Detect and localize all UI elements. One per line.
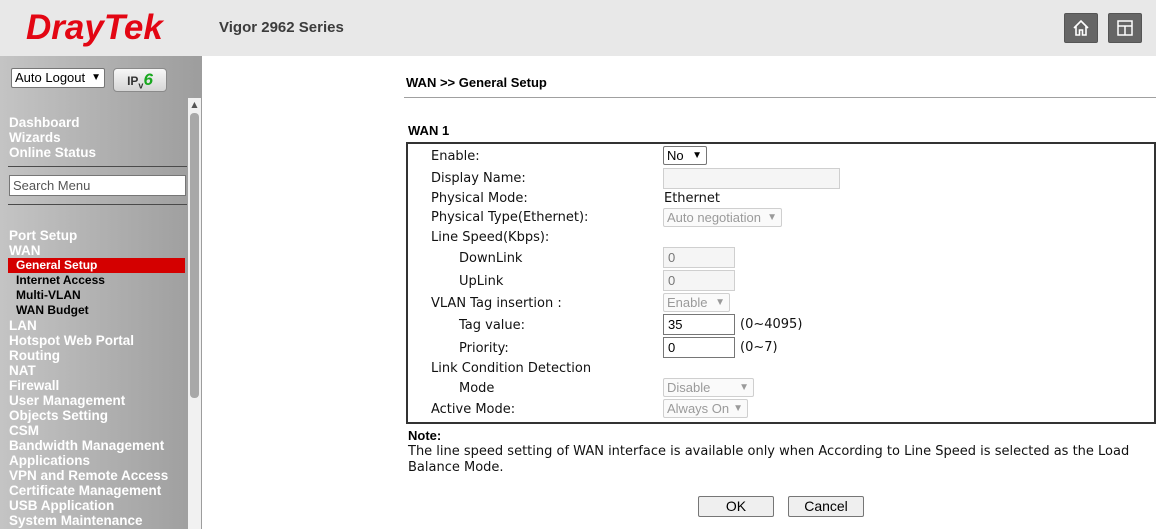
ipv6-button[interactable]: IPv6 bbox=[113, 68, 167, 92]
scroll-thumb[interactable] bbox=[190, 113, 199, 398]
chevron-down-icon: ▼ bbox=[91, 72, 101, 83]
priority-label: Priority: bbox=[459, 341, 509, 356]
active-mode-value: Always On bbox=[667, 401, 730, 416]
nav-csm[interactable]: CSM bbox=[9, 423, 39, 438]
layout-icon bbox=[1116, 19, 1134, 37]
nav-certificate-management[interactable]: Certificate Management bbox=[9, 483, 161, 498]
ok-button[interactable]: OK bbox=[698, 496, 774, 517]
nav-hotspot-web-portal[interactable]: Hotspot Web Portal bbox=[9, 333, 134, 348]
nav-bandwidth-management[interactable]: Bandwidth Management bbox=[9, 438, 164, 453]
physical-mode-value: Ethernet bbox=[664, 191, 720, 206]
priority-input[interactable]: 0 bbox=[663, 337, 735, 358]
enable-select[interactable]: No ▼ bbox=[663, 146, 707, 165]
nav-lan[interactable]: LAN bbox=[9, 318, 37, 333]
ipv6-prefix: IP bbox=[127, 74, 139, 88]
uplink-label: UpLink bbox=[459, 274, 504, 289]
nav-applications[interactable]: Applications bbox=[9, 453, 90, 468]
note-title: Note: bbox=[408, 428, 442, 443]
search-menu-placeholder: Search Menu bbox=[13, 178, 91, 193]
draytek-logo: DrayTek bbox=[26, 8, 163, 47]
home-button[interactable] bbox=[1064, 13, 1098, 43]
enable-label: Enable: bbox=[431, 149, 480, 164]
nav-wan[interactable]: WAN bbox=[9, 243, 41, 258]
nav-user-management[interactable]: User Management bbox=[9, 393, 125, 408]
downlink-input[interactable]: 0 bbox=[663, 247, 735, 268]
physical-type-select[interactable]: Auto negotiation ▼ bbox=[663, 208, 782, 227]
enable-value: No bbox=[667, 148, 684, 163]
section-title: WAN 1 bbox=[408, 123, 450, 138]
mode-select[interactable]: Disable ▼ bbox=[663, 378, 754, 397]
physical-type-value: Auto negotiation bbox=[667, 210, 761, 225]
mode-value: Disable bbox=[667, 380, 711, 395]
chevron-down-icon: ▼ bbox=[692, 150, 702, 161]
nav-vpn-remote-access[interactable]: VPN and Remote Access bbox=[9, 468, 168, 483]
downlink-label: DownLink bbox=[459, 251, 523, 266]
nav-usb-application[interactable]: USB Application bbox=[9, 498, 114, 513]
line-speed-label: Line Speed(Kbps): bbox=[431, 230, 550, 245]
home-icon bbox=[1072, 19, 1090, 37]
auto-logout-select[interactable]: Auto Logout ▼ bbox=[11, 68, 105, 88]
chevron-down-icon: ▼ bbox=[739, 382, 749, 393]
nav-wan-multi-vlan[interactable]: Multi-VLAN bbox=[16, 288, 81, 303]
nav-wizards[interactable]: Wizards bbox=[9, 130, 61, 145]
sidebar: Auto Logout ▼ IPv6 Dashboard Wizards Onl… bbox=[0, 56, 202, 529]
sidebar-divider bbox=[8, 204, 187, 205]
mode-label: Mode bbox=[459, 381, 495, 396]
header-bar: DrayTek Vigor 2962 Series bbox=[0, 0, 1156, 56]
nav-port-setup[interactable]: Port Setup bbox=[9, 228, 77, 243]
chevron-down-icon: ▼ bbox=[733, 403, 743, 414]
chevron-down-icon: ▼ bbox=[715, 297, 725, 308]
physical-mode-label: Physical Mode: bbox=[431, 191, 528, 206]
scroll-up-arrow-icon[interactable]: ▲ bbox=[188, 98, 201, 111]
nav-wan-budget[interactable]: WAN Budget bbox=[16, 303, 89, 318]
nav-wan-general-setup[interactable]: General Setup bbox=[8, 258, 185, 273]
layout-button[interactable] bbox=[1108, 13, 1142, 43]
ipv6-six: 6 bbox=[143, 70, 153, 89]
nav-routing[interactable]: Routing bbox=[9, 348, 60, 363]
nav-nat[interactable]: NAT bbox=[9, 363, 36, 378]
link-detection-label: Link Condition Detection bbox=[431, 361, 592, 376]
vlan-tag-select[interactable]: Enable ▼ bbox=[663, 293, 730, 312]
nav-online-status[interactable]: Online Status bbox=[9, 145, 96, 160]
vlan-tag-label: VLAN Tag insertion : bbox=[431, 296, 562, 311]
nav-wan-internet-access[interactable]: Internet Access bbox=[16, 273, 105, 288]
vlan-tag-value: Enable bbox=[667, 295, 708, 310]
cancel-button[interactable]: Cancel bbox=[788, 496, 864, 517]
tag-value-range: (0~4095) bbox=[740, 317, 803, 332]
search-menu-input[interactable]: Search Menu bbox=[9, 175, 186, 196]
chevron-down-icon: ▼ bbox=[767, 212, 777, 223]
title-divider bbox=[404, 97, 1156, 98]
nav-objects-setting[interactable]: Objects Setting bbox=[9, 408, 108, 423]
model-name: Vigor 2962 Series bbox=[219, 19, 344, 36]
tag-value-label: Tag value: bbox=[459, 318, 526, 333]
display-name-label: Display Name: bbox=[431, 171, 526, 186]
priority-range: (0~7) bbox=[740, 340, 778, 355]
sidebar-scrollbar[interactable]: ▲ bbox=[188, 98, 201, 529]
uplink-input[interactable]: 0 bbox=[663, 270, 735, 291]
active-mode-label: Active Mode: bbox=[431, 402, 516, 417]
tag-value-input[interactable]: 35 bbox=[663, 314, 735, 335]
nav-dashboard[interactable]: Dashboard bbox=[9, 115, 80, 130]
physical-type-label: Physical Type(Ethernet): bbox=[431, 210, 589, 225]
display-name-input[interactable] bbox=[663, 168, 840, 189]
note-text: The line speed setting of WAN interface … bbox=[408, 444, 1130, 475]
active-mode-select[interactable]: Always On ▼ bbox=[663, 399, 748, 418]
auto-logout-value: Auto Logout bbox=[15, 70, 86, 85]
nav-firewall[interactable]: Firewall bbox=[9, 378, 59, 393]
nav-system-maintenance[interactable]: System Maintenance bbox=[9, 513, 143, 528]
sidebar-divider bbox=[8, 166, 187, 167]
page-title: WAN >> General Setup bbox=[406, 75, 547, 90]
